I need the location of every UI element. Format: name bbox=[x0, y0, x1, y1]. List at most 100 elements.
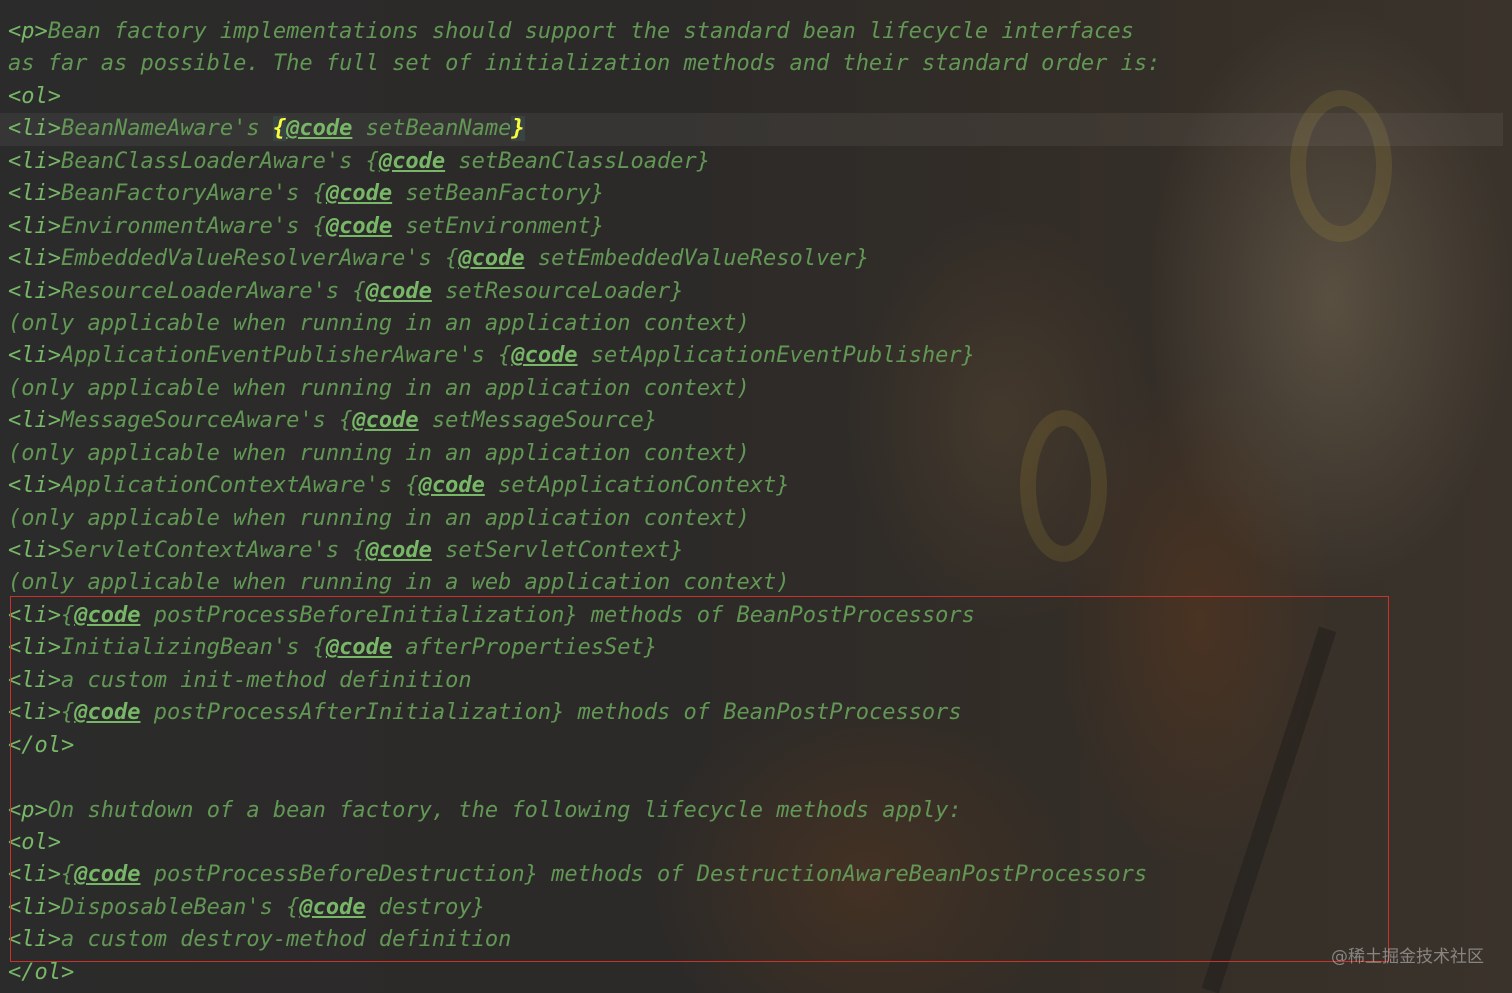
html-tag: <li> bbox=[8, 408, 61, 434]
comment-text: destroy} bbox=[365, 894, 485, 920]
comment-text: (only applicable when running in an appl… bbox=[8, 310, 750, 336]
matched-brace-close: } bbox=[511, 116, 525, 142]
html-tag: <li> bbox=[8, 602, 61, 628]
html-tag: <li> bbox=[8, 473, 61, 499]
code-line[interactable]: <li>{@code postProcessBeforeDestruction}… bbox=[8, 859, 1503, 891]
html-tag: </ol> bbox=[8, 732, 75, 758]
html-tag: <p> bbox=[8, 797, 48, 823]
comment-text: a custom init-method definition bbox=[60, 667, 472, 693]
code-line[interactable]: <li>{@code postProcessAfterInitializatio… bbox=[8, 697, 1503, 729]
code-line[interactable]: <li>EmbeddedValueResolverAware's {@code … bbox=[8, 243, 1503, 275]
code-line[interactable]: <li>BeanFactoryAware's {@code setBeanFac… bbox=[8, 178, 1503, 210]
comment-text: a custom destroy-method definition bbox=[60, 927, 512, 953]
comment-text: { bbox=[60, 862, 75, 888]
code-line[interactable]: <li>ApplicationContextAware's {@code set… bbox=[8, 470, 1503, 502]
comment-text: postProcessBeforeDestruction} methods of… bbox=[140, 862, 1148, 888]
comment-text: setResourceLoader} bbox=[431, 278, 684, 304]
comment-text: On shutdown of a bean factory, the follo… bbox=[47, 797, 962, 823]
comment-text: { bbox=[60, 700, 75, 726]
comment-text: afterPropertiesSet} bbox=[392, 635, 658, 661]
comment-text: setBeanClassLoader} bbox=[445, 148, 711, 174]
html-tag: <li> bbox=[8, 116, 61, 142]
javadoc-code-tag[interactable]: @code bbox=[366, 538, 432, 563]
code-line[interactable]: <li>a custom destroy-method definition bbox=[8, 924, 1503, 956]
javadoc-code-tag[interactable]: @code bbox=[74, 603, 140, 628]
comment-text: MessageSourceAware's { bbox=[60, 408, 353, 434]
javadoc-code-tag[interactable]: @code bbox=[299, 895, 365, 920]
comment-text: BeanFactoryAware's { bbox=[60, 181, 326, 207]
code-line[interactable]: (only applicable when running in an appl… bbox=[8, 438, 1503, 470]
code-line[interactable]: (only applicable when running in a web a… bbox=[8, 567, 1503, 599]
comment-text: postProcessAfterInitialization} methods … bbox=[140, 700, 962, 726]
html-tag: <li> bbox=[8, 213, 61, 239]
code-line[interactable]: as far as possible. The full set of init… bbox=[8, 48, 1503, 80]
code-line[interactable]: <li>DisposableBean's {@code destroy} bbox=[8, 892, 1503, 924]
comment-text: ApplicationEventPublisherAware's { bbox=[60, 343, 512, 369]
code-line[interactable]: <p>On shutdown of a bean factory, the fo… bbox=[8, 795, 1503, 827]
html-tag: <li> bbox=[8, 538, 61, 563]
code-line[interactable]: <li>a custom init-method definition bbox=[8, 665, 1503, 697]
code-line[interactable]: <li>BeanClassLoaderAware's {@code setBea… bbox=[8, 146, 1503, 178]
code-line[interactable]: <li>ServletContextAware's {@code setServ… bbox=[8, 535, 1503, 567]
comment-text: setBeanName bbox=[352, 116, 512, 142]
comment-text: setApplicationEventPublisher} bbox=[577, 343, 975, 369]
matched-brace-open: { bbox=[272, 116, 287, 142]
code-line[interactable]: <li>InitializingBean's {@code afterPrope… bbox=[8, 632, 1503, 664]
code-line-current[interactable]: <li>BeanNameAware's {@code setBeanName} bbox=[0, 113, 1503, 146]
javadoc-code-tag[interactable]: @code bbox=[352, 408, 418, 433]
javadoc-code-tag[interactable]: @code bbox=[286, 116, 352, 141]
code-line[interactable]: (only applicable when running in an appl… bbox=[8, 503, 1503, 535]
code-line[interactable]: <ol> bbox=[8, 827, 1503, 859]
comment-text: ServletContextAware's { bbox=[60, 538, 366, 563]
comment-text: EmbeddedValueResolverAware's { bbox=[60, 246, 459, 272]
code-line[interactable]: (only applicable when running in an appl… bbox=[8, 308, 1503, 340]
javadoc-code-tag[interactable]: @code bbox=[458, 246, 524, 271]
html-tag: <ol> bbox=[8, 83, 61, 109]
code-line[interactable]: </ol> bbox=[8, 730, 1503, 762]
code-line-blank[interactable] bbox=[8, 762, 1503, 794]
comment-text: (only applicable when running in an appl… bbox=[8, 440, 750, 466]
javadoc-code-tag[interactable]: @code bbox=[379, 149, 445, 174]
comment-text: as far as possible. The full set of init… bbox=[8, 51, 1161, 77]
comment-text: EnvironmentAware's { bbox=[60, 213, 326, 239]
comment-text: setEmbeddedValueResolver} bbox=[524, 246, 869, 272]
comment-text: Bean factory implementations should supp… bbox=[47, 19, 1134, 44]
javadoc-code-tag[interactable]: @code bbox=[74, 862, 140, 887]
html-tag: <li> bbox=[8, 278, 61, 304]
html-tag: <li> bbox=[8, 635, 61, 661]
html-tag: <li> bbox=[8, 181, 61, 207]
comment-text: setApplicationContext} bbox=[484, 473, 790, 499]
comment-text: (only applicable when running in an appl… bbox=[8, 375, 750, 401]
watermark-text: @稀土掘金技术社区 bbox=[1331, 947, 1484, 967]
code-line[interactable]: </ol> bbox=[8, 957, 1503, 989]
code-editor[interactable]: <p>Bean factory implementations should s… bbox=[0, 16, 1503, 989]
comment-text: (only applicable when running in a web a… bbox=[8, 570, 790, 596]
javadoc-code-tag[interactable]: @code bbox=[74, 700, 140, 725]
html-tag: </ol> bbox=[8, 959, 75, 985]
javadoc-code-tag[interactable]: @code bbox=[326, 181, 392, 206]
html-tag: <li> bbox=[8, 700, 61, 726]
code-line[interactable]: <ol> bbox=[8, 81, 1503, 113]
comment-text: setBeanFactory} bbox=[392, 181, 605, 207]
code-line[interactable]: <li>{@code postProcessBeforeInitializati… bbox=[8, 600, 1503, 632]
comment-text: (only applicable when running in an appl… bbox=[8, 505, 750, 531]
code-line[interactable]: <li>MessageSourceAware's {@code setMessa… bbox=[8, 405, 1503, 437]
javadoc-code-tag[interactable]: @code bbox=[326, 635, 392, 660]
comment-text: setServletContext} bbox=[431, 538, 684, 563]
code-line[interactable]: <li>ApplicationEventPublisherAware's {@c… bbox=[8, 340, 1503, 372]
code-line[interactable]: <li>EnvironmentAware's {@code setEnviron… bbox=[8, 211, 1503, 243]
javadoc-code-tag[interactable]: @code bbox=[419, 473, 485, 498]
comment-text: BeanNameAware's bbox=[60, 116, 273, 142]
html-tag: <li> bbox=[8, 343, 61, 369]
code-line[interactable]: <p>Bean factory implementations should s… bbox=[8, 16, 1503, 48]
code-line[interactable]: (only applicable when running in an appl… bbox=[8, 373, 1503, 405]
comment-text: InitializingBean's { bbox=[60, 635, 326, 661]
javadoc-code-tag[interactable]: @code bbox=[326, 214, 392, 239]
code-line[interactable]: <li>ResourceLoaderAware's {@code setReso… bbox=[8, 276, 1503, 308]
html-tag: <li> bbox=[8, 246, 61, 272]
javadoc-code-tag[interactable]: @code bbox=[366, 279, 432, 304]
html-tag: <p> bbox=[8, 19, 48, 44]
javadoc-code-tag[interactable]: @code bbox=[511, 343, 577, 368]
html-tag: <li> bbox=[8, 927, 61, 953]
html-tag: <li> bbox=[8, 148, 61, 174]
